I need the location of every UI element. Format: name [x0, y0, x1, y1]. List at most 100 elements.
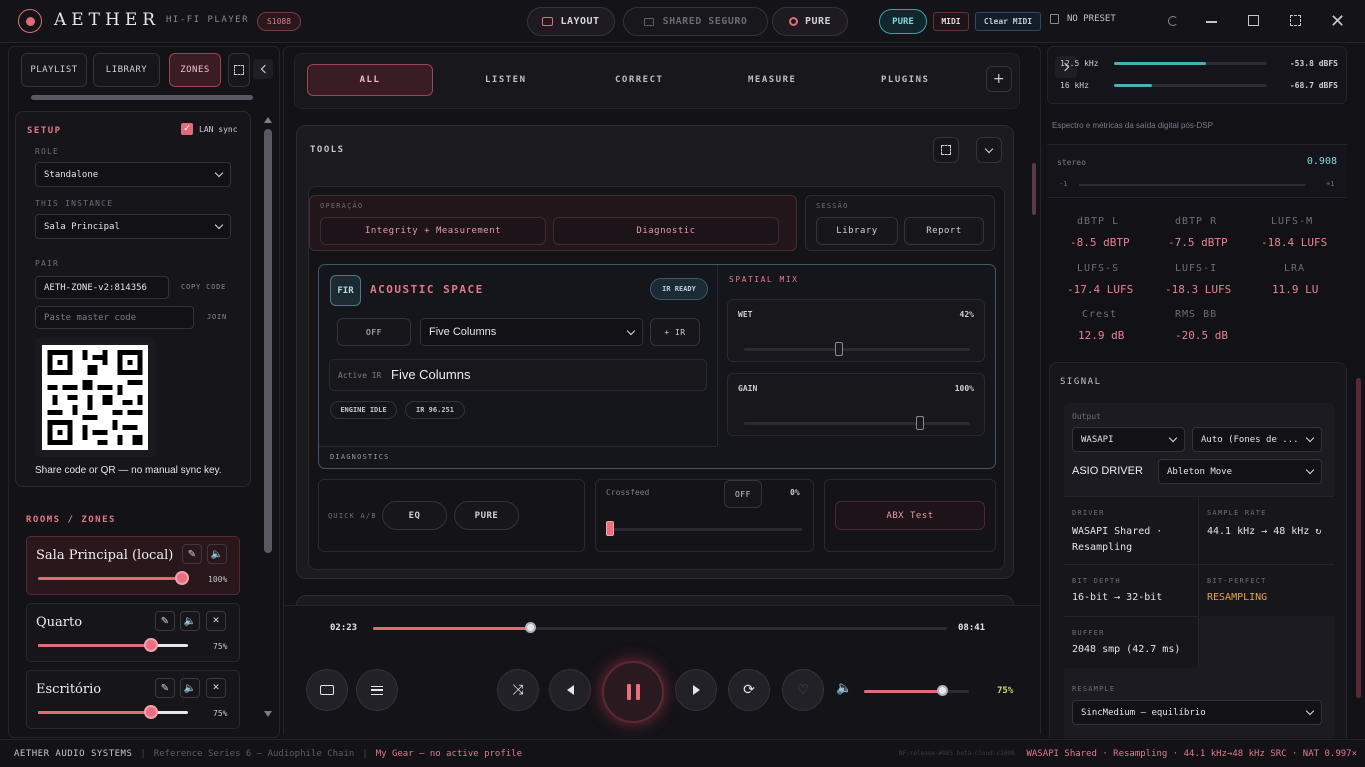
room-volume-knob[interactable]: [143, 705, 158, 719]
gain-value: 100%: [954, 384, 974, 393]
join-button[interactable]: JOIN: [207, 313, 227, 321]
layout-button[interactable]: LAYOUT: [527, 7, 615, 36]
next-button[interactable]: [675, 669, 717, 711]
wet-slider[interactable]: [744, 348, 970, 351]
tab-plugins[interactable]: PLUGINS: [881, 75, 929, 85]
bit-perfect-cell: BIT-PERFECT RESAMPLING: [1199, 564, 1334, 616]
minimize-button[interactable]: [1206, 21, 1217, 23]
seek-thumb[interactable]: [524, 622, 536, 633]
edit-icon[interactable]: ✎: [155, 678, 175, 698]
copy-code-button[interactable]: COPY CODE: [181, 283, 226, 291]
room-volume-slider[interactable]: [38, 644, 188, 647]
room-volume-knob[interactable]: [175, 571, 189, 585]
queue-button[interactable]: [356, 669, 398, 711]
tab-playlist[interactable]: PLAYLIST: [21, 53, 87, 87]
instance-select[interactable]: Sala Principal: [35, 214, 231, 239]
crossfeed-slider-thumb[interactable]: [606, 521, 614, 536]
sidebar-scroll-down[interactable]: [264, 711, 272, 717]
abx-test-button[interactable]: ABX Test: [835, 501, 985, 530]
tab-listen[interactable]: LISTEN: [485, 75, 527, 85]
monitor-icon: [643, 17, 654, 26]
speaker-icon[interactable]: 🔈: [180, 678, 200, 698]
gain-slider[interactable]: [744, 422, 970, 425]
room-card-sala[interactable]: Sala Principal (local) ✎ 🔈 100%: [26, 536, 240, 595]
wet-slider-thumb[interactable]: [834, 342, 843, 356]
resample-select[interactable]: SincMedium — equilíbrio: [1072, 700, 1322, 725]
asio-driver-select[interactable]: Ableton Move: [1158, 459, 1322, 484]
open-folder-button[interactable]: [306, 669, 348, 711]
shuffle-button[interactable]: ⤨: [497, 669, 539, 711]
pure-mode-button[interactable]: PURE: [772, 7, 848, 36]
tabs-scrollbar[interactable]: [31, 95, 253, 100]
device-select[interactable]: Auto (Fones de ...: [1192, 427, 1322, 452]
room-card-escritorio[interactable]: Escritório ✎ 🔈 ✕ 75%: [26, 670, 240, 729]
sidebar-scrollbar[interactable]: [264, 129, 272, 553]
fullscreen-button[interactable]: [1290, 15, 1301, 26]
dsp-tabs: ALL LISTEN CORRECT MEASURE PLUGINS +: [294, 53, 1020, 109]
speaker-icon[interactable]: 🔈: [207, 544, 227, 564]
room-volume-slider[interactable]: [38, 577, 182, 580]
clear-midi-button[interactable]: Clear MIDI: [975, 12, 1041, 31]
tab-zones[interactable]: ZONES: [169, 53, 221, 87]
sidebar-scroll-up[interactable]: [264, 117, 272, 123]
acoustic-off-button[interactable]: OFF: [337, 318, 411, 346]
pause-button[interactable]: [602, 661, 664, 723]
acoustic-divider: [717, 265, 718, 446]
chevron-down-icon[interactable]: [976, 137, 1002, 163]
center-scrollbar[interactable]: [1032, 163, 1036, 215]
room-volume-slider[interactable]: [38, 711, 188, 714]
pure-chip[interactable]: PURE: [879, 9, 927, 34]
volume-slider[interactable]: [864, 690, 969, 693]
remove-room-icon[interactable]: ✕: [206, 611, 226, 631]
quick-eq-button[interactable]: EQ: [382, 501, 447, 530]
crossfeed-slider[interactable]: [606, 528, 802, 531]
report-button[interactable]: Report: [904, 217, 984, 245]
tab-all[interactable]: ALL: [307, 64, 433, 96]
crossfeed-off-button[interactable]: OFF: [724, 480, 762, 508]
pair-code-field[interactable]: AETH-ZONE-v2:814356: [35, 276, 169, 299]
room-volume-knob[interactable]: [143, 638, 158, 652]
ir-room-select[interactable]: Five Columns: [420, 318, 643, 346]
output-select[interactable]: WASAPI: [1072, 427, 1185, 452]
close-button[interactable]: ✕: [1330, 11, 1345, 32]
volume-icon[interactable]: 🔈: [836, 681, 852, 696]
tab-measure[interactable]: MEASURE: [748, 75, 796, 85]
rooms-title: ROOMS / ZONES: [26, 515, 116, 525]
repeat-button[interactable]: ⟳: [728, 669, 770, 711]
add-ir-button[interactable]: + IR: [650, 318, 700, 346]
master-code-input[interactable]: Paste master code: [35, 306, 194, 329]
room-card-quarto[interactable]: Quarto ✎ 🔈 ✕ 75%: [26, 603, 240, 662]
add-panel-button[interactable]: +: [986, 66, 1012, 92]
seek-bar[interactable]: [373, 627, 947, 630]
asio-driver-label: ASIO DRIVER: [1072, 465, 1143, 477]
edit-icon[interactable]: ✎: [182, 544, 202, 564]
transport-bar: 02:23 08:41 ⤨ ⟳ ♡ 🔈 75%: [284, 605, 1040, 738]
speaker-icon[interactable]: 🔈: [180, 611, 200, 631]
preset-selector[interactable]: NO PRESET: [1050, 14, 1116, 24]
shared-seguro-button[interactable]: SHARED SEGURO: [623, 7, 768, 36]
volume-thumb[interactable]: [937, 685, 949, 696]
refresh-icon[interactable]: [1168, 16, 1178, 26]
lan-sync-toggle[interactable]: ✓ LAN sync: [181, 123, 238, 135]
library-button[interactable]: Library: [816, 217, 898, 245]
edit-icon[interactable]: ✎: [155, 611, 175, 631]
status-gear[interactable]: My Gear — no active profile: [376, 749, 522, 759]
tab-library[interactable]: LIBRARY: [93, 53, 160, 87]
tab-correct[interactable]: CORRECT: [615, 75, 663, 85]
maximize-button[interactable]: [1248, 15, 1259, 26]
collapse-sidebar-button[interactable]: [253, 59, 273, 79]
role-select[interactable]: Standalone: [35, 162, 231, 187]
right-scrollbar[interactable]: [1356, 378, 1361, 698]
spectrum-note: Espectro e métricas da saída digital pós…: [1052, 121, 1213, 130]
midi-chip[interactable]: MIDI: [933, 12, 969, 31]
favorite-button[interactable]: ♡: [782, 669, 824, 711]
bit-depth-value: 16-bit → 32-bit: [1072, 592, 1163, 603]
diagnostic-button[interactable]: Diagnostic: [553, 217, 779, 245]
expand-icon[interactable]: [228, 53, 250, 87]
integrity-measurement-button[interactable]: Integrity + Measurement: [320, 217, 546, 245]
fullscreen-icon[interactable]: [933, 137, 959, 163]
remove-room-icon[interactable]: ✕: [206, 678, 226, 698]
gain-slider-thumb[interactable]: [916, 416, 924, 430]
quick-pure-button[interactable]: PURE: [454, 501, 519, 530]
previous-button[interactable]: [549, 669, 591, 711]
